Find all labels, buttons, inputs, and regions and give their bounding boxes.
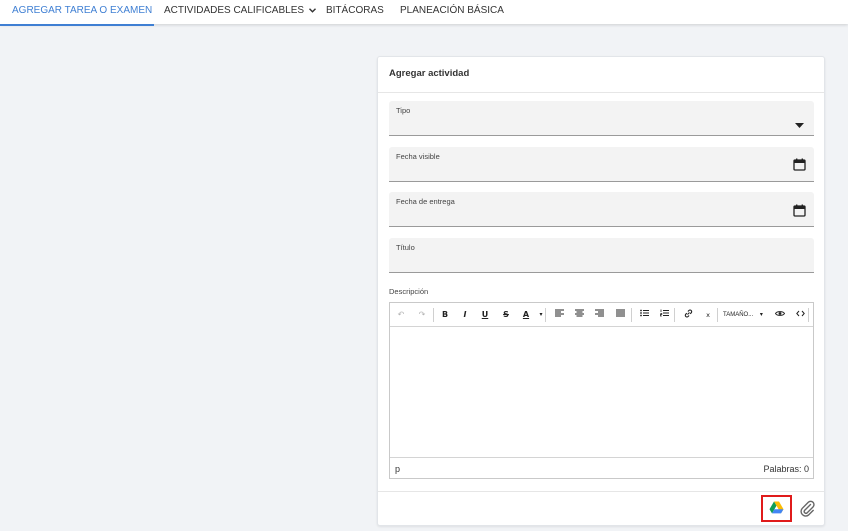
bold-button[interactable]: B (439, 309, 451, 321)
underline-button[interactable]: U (479, 309, 491, 321)
source-code-icon[interactable] (794, 309, 806, 321)
italic-button[interactable]: I (459, 309, 471, 321)
tab-label: AGREGAR TAREA O EXAMEN (12, 5, 153, 16)
field-label: Fecha visible (396, 152, 440, 161)
toolbar-separator (631, 308, 632, 322)
font-size-dropdown[interactable]: TAMAÑO... ▾ (723, 309, 763, 321)
google-drive-button[interactable] (761, 495, 792, 522)
tipo-select[interactable]: Tipo (389, 101, 814, 136)
editor-content-area[interactable] (390, 328, 813, 457)
bullet-list-icon[interactable] (638, 309, 650, 321)
add-activity-card: Agregar actividad Tipo Fecha visible Fec… (377, 56, 825, 526)
align-center-icon[interactable] (573, 309, 585, 321)
editor-statusbar: p Palabras: 0 (390, 457, 813, 478)
divider (378, 491, 824, 492)
fecha-visible-field[interactable]: Fecha visible (389, 147, 814, 182)
toolbar-separator (433, 308, 434, 322)
strikethrough-button[interactable]: S (500, 309, 512, 321)
field-label: Tipo (396, 106, 411, 115)
calendar-icon[interactable] (793, 204, 806, 217)
superscript-button[interactable]: x (702, 309, 714, 321)
redo-button[interactable]: ↷ (416, 309, 428, 321)
tab-planeacion-basica[interactable]: PLANEACIÓN BÁSICA (400, 2, 504, 26)
element-path[interactable]: p (395, 464, 400, 474)
google-drive-icon (769, 501, 784, 514)
undo-button[interactable]: ↶ (395, 309, 407, 321)
top-navigation: AGREGAR TAREA O EXAMEN ACTIVIDADES CALIF… (0, 0, 848, 26)
toolbar-separator (674, 308, 675, 322)
caret-down-icon: ▾ (759, 312, 763, 318)
attach-file-button[interactable] (799, 499, 815, 517)
divider (378, 92, 824, 93)
caret-down-icon (793, 117, 806, 130)
paperclip-icon (800, 500, 815, 517)
fecha-entrega-field[interactable]: Fecha de entrega (389, 192, 814, 227)
editor-toolbar: ↶ ↷ B I U S A ▾ x TAMAÑO... ▾ (390, 303, 813, 327)
font-size-label: TAMAÑO... (723, 312, 754, 318)
field-label: Título (396, 243, 415, 252)
preview-eye-icon[interactable] (774, 309, 786, 321)
titulo-field[interactable]: Título (389, 238, 814, 273)
tab-bitacoras[interactable]: BITÁCORAS (326, 2, 384, 26)
tab-label: PLANEACIÓN BÁSICA (400, 5, 504, 16)
link-icon[interactable] (682, 309, 694, 321)
word-count: Palabras: 0 (763, 464, 809, 474)
font-color-button[interactable]: A (520, 309, 532, 321)
description-editor: ↶ ↷ B I U S A ▾ x TAMAÑO... ▾ p Palabras… (389, 302, 814, 479)
calendar-icon[interactable] (793, 158, 806, 171)
card-title: Agregar actividad (389, 68, 470, 79)
tab-label: BITÁCORAS (326, 5, 384, 16)
align-left-icon[interactable] (553, 309, 565, 321)
toolbar-separator (808, 308, 809, 322)
align-justify-icon[interactable] (614, 309, 626, 321)
toolbar-separator (717, 308, 718, 322)
align-right-icon[interactable] (593, 309, 605, 321)
numbered-list-icon[interactable] (658, 309, 670, 321)
toolbar-separator (545, 308, 546, 322)
chevron-down-icon (308, 6, 316, 15)
field-label: Fecha de entrega (396, 197, 455, 206)
tab-actividades-calificables[interactable]: ACTIVIDADES CALIFICABLES (164, 2, 316, 26)
description-label: Descripción (389, 287, 429, 296)
tab-agregar-tarea[interactable]: AGREGAR TAREA O EXAMEN (0, 2, 154, 26)
tab-label: ACTIVIDADES CALIFICABLES (164, 5, 305, 16)
